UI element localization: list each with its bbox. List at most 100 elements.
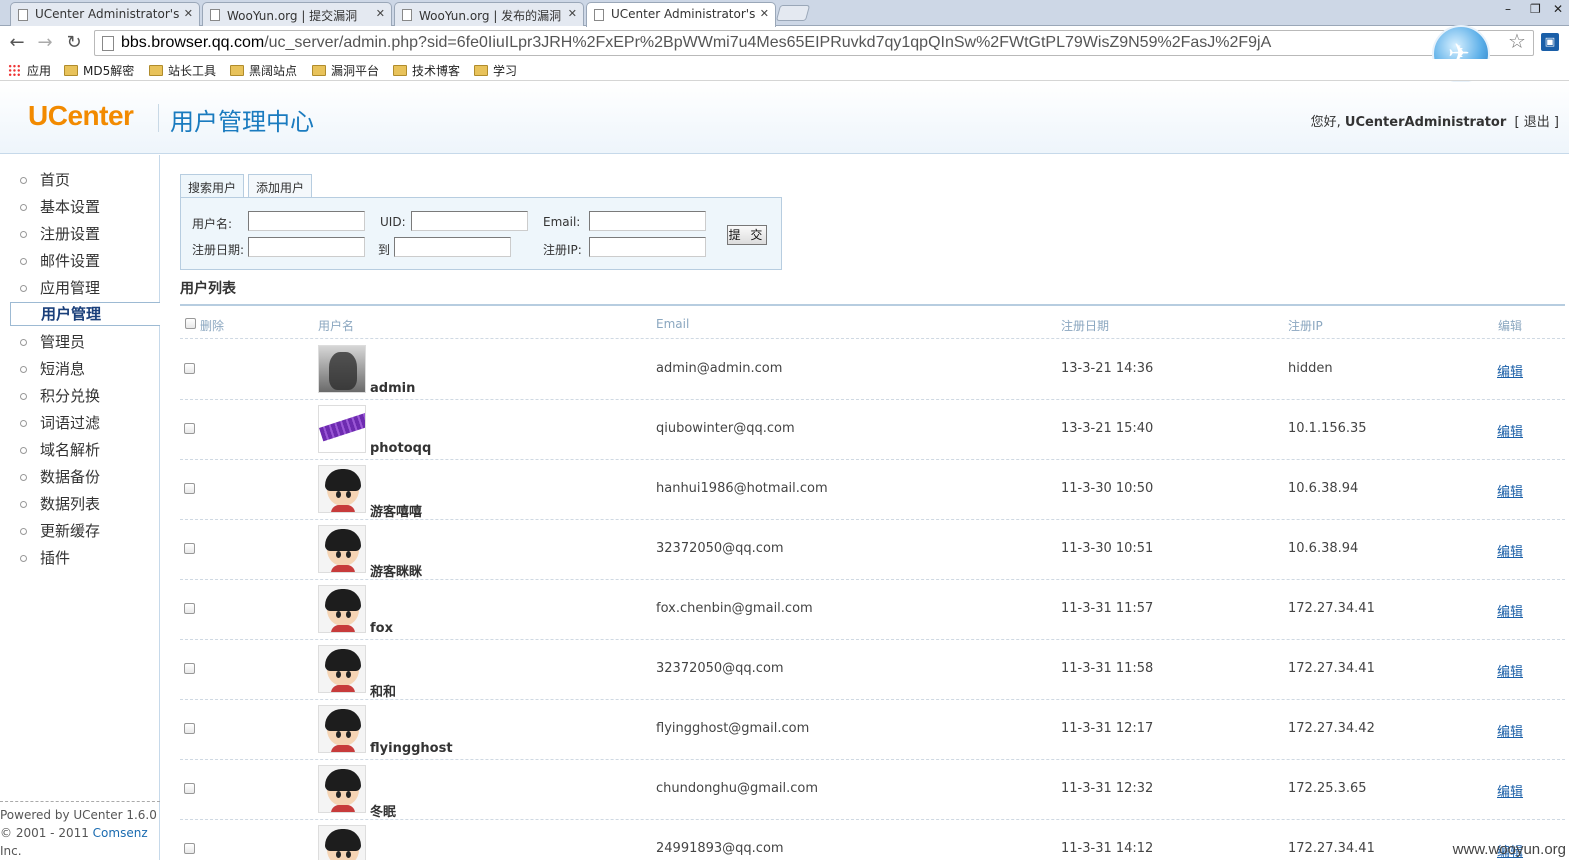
table-row: admin admin@admin.com 13-3-21 14:36 hidd… [180,340,1565,400]
table-row: photoqq qiubowinter@qq.com 13-3-21 15:40… [180,400,1565,460]
row-checkbox[interactable] [184,603,195,614]
page-icon [102,36,114,51]
row-regip: 172.27.34.41 [1288,841,1375,856]
sidebar-item-label: 应用管理 [40,279,101,297]
row-checkbox[interactable] [184,543,195,554]
user-avatar [318,405,366,453]
header-divider [158,104,159,132]
close-icon[interactable]: ✕ [760,7,769,20]
submit-button[interactable]: 提 交 [727,225,767,245]
sidebar-item-label: 数据备份 [40,468,101,486]
uid-input[interactable] [411,211,528,231]
username-input[interactable] [248,211,365,231]
row-checkbox[interactable] [184,723,195,734]
sidebar-item-credit-exchange[interactable]: 积分兑换 [0,385,160,409]
select-all-checkbox[interactable] [185,318,196,329]
bookmark-folder[interactable]: 学习 [474,62,517,79]
bookmark-folder[interactable]: 黑阔站点 [230,62,297,79]
logout-link[interactable]: 退出 [1524,115,1550,130]
bullet-icon [20,393,27,400]
close-icon[interactable]: ✕ [376,7,385,20]
copyright-text: © 2001 - 2011 [0,826,93,840]
row-checkbox[interactable] [184,783,195,794]
close-window-icon[interactable]: ✕ [1553,2,1563,16]
address-bar[interactable]: bbs.browser.qq.com/uc_server/admin.php?s… [94,30,1534,56]
sidebar-item-basic-settings[interactable]: 基本设置 [0,196,160,220]
email-input[interactable] [589,211,706,231]
url-host: bbs.browser.qq.com [121,34,265,51]
regdate-from-input[interactable] [248,237,365,257]
edit-link[interactable]: 编辑 [1497,661,1523,680]
row-checkbox[interactable] [184,363,195,374]
new-tab-button[interactable] [775,5,811,21]
bookmark-folder[interactable]: MD5解密 [64,62,134,79]
ucenter-logo[interactable]: UCenter [28,100,134,132]
browser-tab-active[interactable]: UCenter Administrator's ✕ [586,2,776,27]
to-label: 到 [378,243,391,257]
regdate-to-input[interactable] [394,237,511,257]
row-email: chundonghu@gmail.com [656,781,819,796]
comsenz-link[interactable]: Comsenz [93,826,148,840]
row-username: 和和 [370,685,397,700]
browser-tab-title: UCenter Administrator's [35,7,180,21]
sidebar-item-admins[interactable]: 管理员 [0,331,160,355]
col-delete: 删除 [200,319,225,333]
sidebar-item-data-list[interactable]: 数据列表 [0,493,160,517]
sidebar-item-plugins[interactable]: 插件 [0,547,160,571]
edit-link[interactable]: 编辑 [1497,781,1523,800]
row-checkbox[interactable] [184,843,195,854]
sidebar-item-label: 管理员 [40,333,86,351]
bookmark-folder[interactable]: 站长工具 [149,62,216,79]
close-icon[interactable]: ✕ [184,7,193,20]
restore-icon[interactable]: ❐ [1530,2,1541,16]
user-avatar [318,465,366,513]
edit-link[interactable]: 编辑 [1497,481,1523,500]
bookmark-folder[interactable]: 技术博客 [393,62,460,79]
browser-tab[interactable]: WooYun.org | 发布的漏洞 ✕ [394,2,584,26]
close-icon[interactable]: ✕ [568,7,577,20]
sidebar-item-messages[interactable]: 短消息 [0,358,160,382]
edit-link[interactable]: 编辑 [1497,721,1523,740]
sidebar-item-label: 插件 [40,549,71,567]
table-row: fox fox.chenbin@gmail.com 11-3-31 11:57 … [180,580,1565,640]
minimize-icon[interactable]: – [1505,2,1511,16]
row-checkbox[interactable] [184,423,195,434]
row-email: 32372050@qq.com [656,541,784,556]
bookmark-apps[interactable]: 应用 [8,62,51,79]
bookmark-star-icon[interactable]: ☆ [1508,29,1526,53]
folder-icon [64,65,78,76]
reload-icon[interactable]: ↻ [63,32,85,53]
tab-search-users[interactable]: 搜索用户 [180,174,245,199]
sidebar-item-user-management[interactable]: 用户管理 [10,302,160,326]
sidebar-item-label: 短消息 [40,360,86,378]
sidebar-item-mail-settings[interactable]: 邮件设置 [0,250,160,274]
sidebar-item-update-cache[interactable]: 更新缓存 [0,520,160,544]
edit-link[interactable]: 编辑 [1497,541,1523,560]
row-checkbox[interactable] [184,483,195,494]
edit-link[interactable]: 编辑 [1497,421,1523,440]
folder-icon [230,65,244,76]
sidebar-item-word-filter[interactable]: 词语过滤 [0,412,160,436]
sidebar-item-register-settings[interactable]: 注册设置 [0,223,160,247]
row-regip: 172.27.34.42 [1288,721,1375,736]
forward-icon[interactable]: → [34,32,56,53]
back-icon[interactable]: ← [6,32,28,53]
regip-input[interactable] [589,237,706,257]
row-checkbox[interactable] [184,663,195,674]
bookmark-folder[interactable]: 漏洞平台 [312,62,379,79]
edit-link[interactable]: 编辑 [1497,361,1523,380]
tab-add-user[interactable]: 添加用户 [248,174,313,198]
browser-tab[interactable]: UCenter Administrator's ✕ [10,2,200,26]
browser-tab[interactable]: WooYun.org | 提交漏洞 ✕ [202,2,392,26]
current-username: UCenterAdministrator [1344,115,1507,130]
sidebar-item-dns[interactable]: 域名解析 [0,439,160,463]
extension-icon[interactable]: ▣ [1541,33,1559,51]
bullet-icon [20,204,27,211]
sidebar-item-backup[interactable]: 数据备份 [0,466,160,490]
row-email: 24991893@qq.com [656,841,784,856]
edit-link[interactable]: 编辑 [1497,601,1523,620]
sidebar-item-home[interactable]: 首页 [0,169,160,193]
page-icon [210,9,220,21]
sidebar-item-app-management[interactable]: 应用管理 [0,277,160,301]
row-regdate: 11-3-31 11:57 [1061,601,1154,616]
